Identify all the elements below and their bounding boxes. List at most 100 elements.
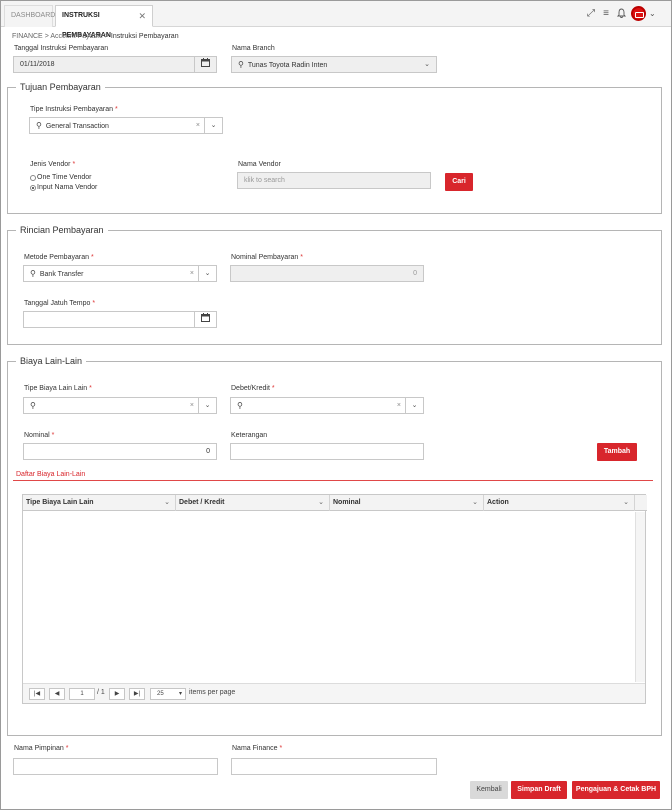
breadcrumb-account-payable[interactable]: Account Payable — [50, 33, 103, 40]
tanggal-instruksi-label: Tanggal Instruksi Pembayaran — [14, 45, 109, 52]
tipe-instruksi-label: Tipe Instruksi Pembayaran * — [30, 106, 118, 113]
breadcrumb-separator: > — [44, 33, 49, 40]
breadcrumb-finance[interactable]: FINANCE — [12, 33, 43, 40]
expand-icon[interactable]: ⤢ — [585, 8, 597, 20]
user-icon[interactable] — [631, 6, 646, 21]
nama-branch-label: Nama Branch — [232, 45, 275, 52]
tab-dashboard[interactable]: DASHBOARD — [4, 5, 55, 27]
grid-vertical-scrollbar[interactable] — [635, 512, 645, 682]
nama-finance-input[interactable] — [231, 758, 437, 775]
nama-pimpinan-input[interactable] — [13, 758, 218, 775]
daftar-biaya-label: Daftar Biaya Lain-Lain — [16, 471, 86, 478]
daftar-biaya-grid: Tipe Biaya Lain Lain ⌄ Debet / Kredit ⌄ No… — [22, 494, 647, 704]
tab-instruksi-pembayaran[interactable]: INSTRUKSI PEMBAYARAN ✕ — [55, 5, 153, 39]
nama-pimpinan-label: Nama Pimpinan * — [14, 745, 69, 752]
tipe-biaya-select[interactable]: ⚲ × ⌄ — [23, 397, 217, 414]
breadcrumb: FINANCE > Account Payable > Instruksi Pe… — [12, 33, 179, 40]
chevron-down-icon[interactable]: ⌄ — [198, 398, 216, 413]
radio-one-time-vendor[interactable] — [30, 175, 36, 181]
debet-kredit-label: Debet/Kredit * — [231, 385, 275, 392]
previous-page-icon[interactable]: ◀ — [49, 688, 65, 700]
rincian-pembayaran-legend: Rincian Pembayaran — [16, 225, 108, 235]
nama-vendor-label: Nama Vendor — [238, 161, 281, 168]
chevron-down-icon: ⌄ — [424, 61, 430, 68]
tanggal-instruksi-value: 01/11/2018 — [20, 61, 55, 68]
items-per-page-label: items per page — [189, 689, 236, 696]
grid-header: Tipe Biaya Lain Lain ⌄ Debet / Kredit ⌄ No… — [23, 495, 647, 511]
chevron-down-icon[interactable]: ⌄ — [405, 398, 423, 413]
tujuan-pembayaran-legend: Tujuan Pembayaran — [16, 82, 105, 92]
chevron-down-icon[interactable]: ⌄ — [204, 118, 222, 133]
nominal-value: 0 — [206, 448, 210, 455]
tipe-instruksi-value: General Transaction — [45, 123, 109, 130]
tanggal-instruksi-field[interactable]: 01/11/2018 — [13, 56, 217, 73]
chevron-down-icon[interactable]: ⌄ — [164, 495, 170, 511]
one-time-vendor-label: One Time Vendor — [37, 174, 92, 181]
cari-button[interactable]: Cari — [445, 173, 473, 191]
breadcrumb-separator: > — [104, 33, 109, 40]
tipe-instruksi-select[interactable]: ⚲ General Transaction × ⌄ — [29, 117, 223, 134]
column-header-tipe-biaya[interactable]: Tipe Biaya Lain Lain ⌄ — [23, 495, 176, 511]
nama-vendor-input[interactable]: klik to search — [237, 172, 431, 189]
clear-icon[interactable]: × — [196, 118, 200, 133]
input-nama-vendor-label: Input Nama Vendor — [37, 184, 98, 191]
keterangan-label: Keterangan — [231, 432, 268, 439]
column-header-debet-kredit[interactable]: Debet / Kredit ⌄ — [176, 495, 330, 511]
column-header-action[interactable]: Action ⌄ — [484, 495, 635, 511]
breadcrumb-current: Instruksi Pembayaran — [110, 33, 179, 40]
close-icon[interactable]: ✕ — [138, 6, 146, 26]
search-icon: ⚲ — [36, 121, 42, 130]
metode-pembayaran-label: Metode Pembayaran * — [24, 254, 94, 261]
nominal-pembayaran-value: 0 — [413, 270, 417, 277]
simpan-draft-button[interactable]: Simpan Draft — [511, 781, 567, 799]
tanggal-jatuh-tempo-field[interactable] — [23, 311, 217, 328]
chevron-down-icon[interactable]: ⌄ — [318, 495, 324, 511]
debet-kredit-select[interactable]: ⚲ × ⌄ — [230, 397, 424, 414]
pengajuan-cetak-bph-button[interactable]: Pengajuan & Cetak BPH — [572, 781, 660, 799]
chevron-down-icon: ▾ — [178, 691, 182, 697]
search-icon: ⚲ — [237, 401, 243, 410]
jenis-vendor-label: Jenis Vendor * — [30, 161, 76, 168]
biaya-lain-lain-legend: Biaya Lain-Lain — [16, 356, 87, 366]
clear-icon[interactable]: × — [190, 398, 194, 413]
top-bar: DASHBOARD INSTRUKSI PEMBAYARAN ✕ ⤢ ≡ ⌄ — [1, 1, 671, 39]
kembali-button[interactable]: Kembali — [470, 781, 508, 799]
tanggal-jatuh-tempo-label: Tanggal Jatuh Tempo * — [24, 300, 96, 307]
nama-branch-select[interactable]: ⚲ Tunas Toyota Radin Inten ⌄ — [231, 56, 437, 73]
nama-finance-label: Nama Finance * — [232, 745, 283, 752]
tipe-biaya-label: Tipe Biaya Lain Lain * — [24, 385, 92, 392]
next-page-icon[interactable]: ▶ — [109, 688, 125, 700]
divider — [13, 480, 653, 481]
calendar-icon[interactable] — [194, 57, 216, 72]
search-icon: ⚲ — [30, 401, 36, 410]
search-icon: ⚲ — [238, 60, 244, 69]
bell-icon[interactable] — [615, 8, 627, 20]
nama-vendor-placeholder: klik to search — [244, 177, 285, 184]
chevron-down-icon[interactable]: ⌄ — [472, 495, 478, 511]
search-icon: ⚲ — [30, 269, 36, 278]
first-page-icon[interactable]: |◀ — [29, 688, 45, 700]
chevron-down-icon[interactable]: ⌄ — [198, 266, 216, 281]
chevron-down-icon[interactable]: ⌄ — [649, 9, 656, 18]
nominal-label: Nominal * — [24, 432, 55, 439]
nominal-input[interactable]: 0 — [23, 443, 217, 460]
column-header-nominal[interactable]: Nominal ⌄ — [330, 495, 484, 511]
last-page-icon[interactable]: ▶| — [129, 688, 145, 700]
calendar-icon[interactable] — [194, 312, 216, 327]
nominal-pembayaran-field: 0 — [230, 265, 424, 282]
keterangan-input[interactable] — [230, 443, 424, 460]
clear-icon[interactable]: × — [397, 398, 401, 413]
metode-pembayaran-select[interactable]: ⚲ Bank Transfer × ⌄ — [23, 265, 217, 282]
page-size-select[interactable]: 25 ▾ — [150, 688, 186, 700]
grid-pager: |◀ ◀ 1 / 1 ▶ ▶| 25 ▾ items per page — [23, 683, 645, 703]
metode-pembayaran-value: Bank Transfer — [39, 271, 84, 278]
clear-icon[interactable]: × — [190, 266, 194, 281]
radio-input-nama-vendor[interactable] — [30, 185, 36, 191]
nominal-pembayaran-label: Nominal Pembayaran * — [231, 254, 303, 261]
menu-icon[interactable]: ≡ — [600, 8, 612, 20]
tambah-button[interactable]: Tambah — [597, 443, 637, 461]
page-number-input[interactable]: 1 — [69, 688, 95, 700]
page-count: / 1 — [97, 689, 105, 696]
nama-branch-value: Tunas Toyota Radin Inten — [247, 62, 328, 69]
chevron-down-icon[interactable]: ⌄ — [623, 495, 629, 511]
